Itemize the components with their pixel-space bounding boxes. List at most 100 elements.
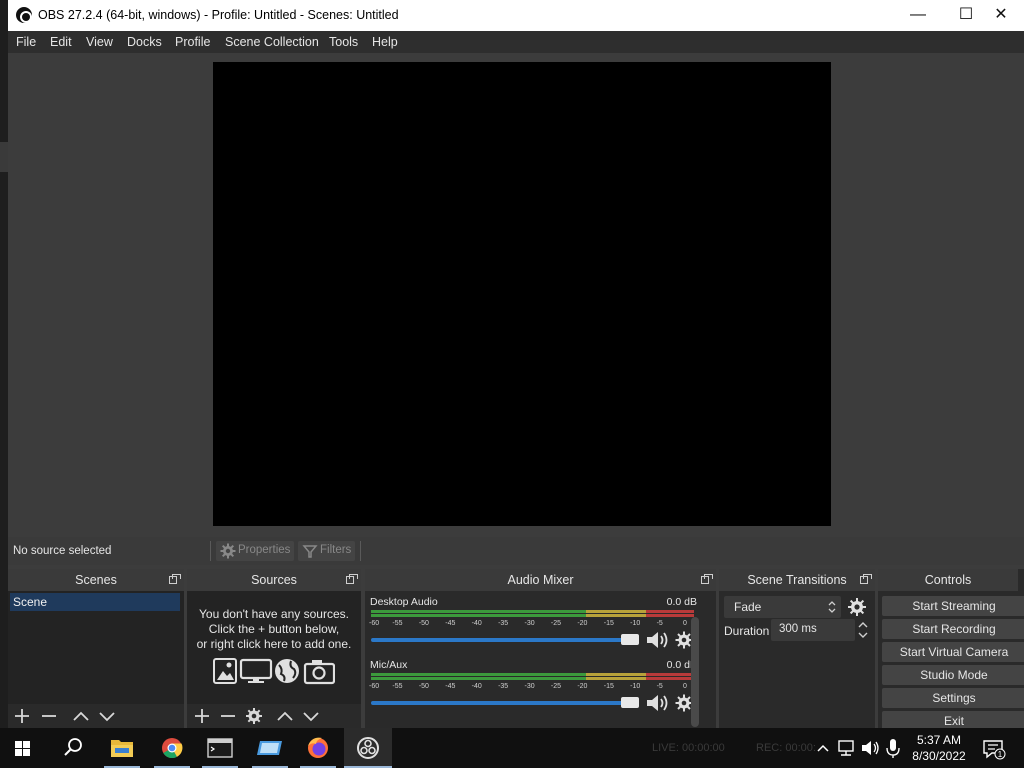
display-capture-icon [239, 658, 273, 683]
move-up-icon[interactable] [70, 706, 92, 726]
channel-name: Mic/Aux [370, 659, 408, 671]
menu-tools[interactable]: Tools [329, 35, 358, 49]
speaker-icon[interactable] [645, 629, 669, 651]
volume-slider[interactable] [371, 701, 639, 705]
undock-icon[interactable] [860, 574, 872, 584]
taskbar: LIVE: 00:00:00 REC: 00:00: 5:37 AM 8/30/… [0, 728, 1024, 768]
no-source-label: No source selected [13, 545, 112, 557]
volume-meter [371, 673, 694, 680]
meter-tick-label: -10 [630, 620, 641, 627]
close-button[interactable]: ✕ [978, 0, 1024, 31]
start-virtual-camera-button[interactable]: Start Virtual Camera [882, 642, 1024, 662]
volume-meter [371, 610, 694, 617]
settings-button[interactable]: Settings [882, 688, 1024, 708]
duration-label: Duration [724, 624, 770, 638]
start-recording-button[interactable]: Start Recording [882, 619, 1024, 639]
windows-start-icon[interactable] [0, 728, 46, 768]
sources-title: Sources [187, 569, 361, 591]
meter-tick-label: -50 [418, 620, 429, 627]
add-icon[interactable] [191, 706, 213, 726]
duration-value: 300 ms [779, 623, 817, 635]
empty-sources-text-1: You don't have any sources. [199, 607, 349, 621]
volume-slider[interactable] [371, 638, 639, 642]
system-clock[interactable]: 5:37 AM 8/30/2022 [904, 732, 974, 764]
meter-tick-label: -40 [471, 620, 482, 627]
properties-label: Properties [238, 544, 291, 556]
gear-icon[interactable] [243, 706, 265, 726]
live-status: LIVE: 00:00:00 [652, 742, 725, 754]
menu-view[interactable]: View [86, 35, 113, 49]
scenes-title: Scenes [8, 569, 184, 591]
menu-scene-collection[interactable]: Scene Collection [225, 35, 319, 49]
remote-desktop-icon[interactable] [246, 728, 294, 768]
meter-tick-label: 0 [683, 683, 687, 690]
network-icon[interactable] [834, 728, 858, 768]
microphone-icon[interactable] [882, 728, 904, 768]
sources-list[interactable]: You don't have any sources. Click the + … [187, 591, 361, 704]
remove-icon[interactable] [38, 706, 60, 726]
source-toolbar: No source selected Properties Filters [8, 537, 1024, 565]
volume-icon[interactable] [858, 728, 882, 768]
volume-slider-handle[interactable] [621, 697, 639, 708]
program-preview[interactable] [213, 62, 831, 526]
filters-button[interactable]: Filters [298, 541, 356, 561]
duration-input[interactable]: 300 ms [771, 619, 855, 641]
chevron-up-icon[interactable] [814, 728, 832, 768]
move-up-icon[interactable] [274, 706, 296, 726]
studio-mode-button[interactable]: Studio Mode [882, 665, 1024, 685]
meter-tick-label: -30 [524, 620, 535, 627]
undock-icon[interactable] [701, 574, 713, 584]
transition-select[interactable]: Fade [724, 596, 841, 618]
background-window-edge [0, 0, 8, 728]
add-icon[interactable] [11, 706, 33, 726]
volume-slider-handle[interactable] [621, 634, 639, 645]
meter-tick-label: -60 [369, 683, 380, 690]
filter-icon [302, 545, 318, 558]
undock-icon[interactable] [346, 574, 358, 584]
menu-help[interactable]: Help [372, 35, 398, 49]
filters-label: Filters [320, 544, 352, 556]
gear-icon[interactable] [847, 597, 867, 617]
scenes-list[interactable]: Scene [8, 591, 184, 704]
remove-icon[interactable] [217, 706, 239, 726]
image-icon [213, 658, 237, 684]
move-down-icon[interactable] [300, 706, 322, 726]
exit-button[interactable]: Exit [882, 711, 1024, 728]
duration-stepper[interactable] [856, 619, 870, 641]
menu-docks[interactable]: Docks [127, 35, 162, 49]
firefox-icon[interactable] [294, 728, 342, 768]
undock-icon[interactable] [169, 574, 181, 584]
sources-footer [187, 704, 361, 728]
search-icon[interactable] [50, 728, 96, 768]
title-bar: OBS 27.2.4 (64-bit, windows) - Profile: … [8, 0, 1024, 31]
file-explorer-icon[interactable] [98, 728, 146, 768]
menu-profile[interactable]: Profile [175, 35, 210, 49]
rec-status: REC: 00:00: [756, 742, 816, 754]
menu-edit[interactable]: Edit [50, 35, 72, 49]
menu-file[interactable]: File [16, 35, 36, 49]
chrome-icon[interactable] [148, 728, 196, 768]
list-item[interactable]: Scene [10, 593, 180, 611]
properties-button[interactable]: Properties [216, 541, 295, 561]
mixer-scrollbar[interactable] [691, 617, 699, 727]
meter-tick-label: -45 [445, 620, 456, 627]
obs-logo-icon [16, 7, 32, 23]
meter-tick-label: -35 [498, 683, 509, 690]
meter-tick-label: -50 [418, 683, 429, 690]
meter-tick-label: -55 [392, 620, 403, 627]
channel-name: Desktop Audio [370, 596, 438, 608]
move-down-icon[interactable] [96, 706, 118, 726]
clock-time: 5:37 AM [916, 733, 962, 747]
minimize-button[interactable]: — [895, 0, 941, 31]
notification-icon[interactable]: 1 [982, 738, 1006, 760]
menu-bar: File Edit View Docks Profile Scene Colle… [8, 31, 1024, 53]
speaker-icon[interactable] [645, 692, 669, 714]
chevron-updown-icon [828, 601, 836, 613]
start-streaming-button[interactable]: Start Streaming [882, 596, 1024, 616]
terminal-icon[interactable] [196, 728, 244, 768]
meter-tick-label: -20 [577, 683, 588, 690]
meter-tick-label: -60 [369, 620, 380, 627]
obs-taskbar-icon[interactable] [344, 728, 392, 768]
audio-mixer-dock: Audio Mixer Desktop Audio 0.0 dB -60 -55 -… [365, 569, 716, 728]
scene-transitions-title: Scene Transitions [719, 569, 875, 591]
